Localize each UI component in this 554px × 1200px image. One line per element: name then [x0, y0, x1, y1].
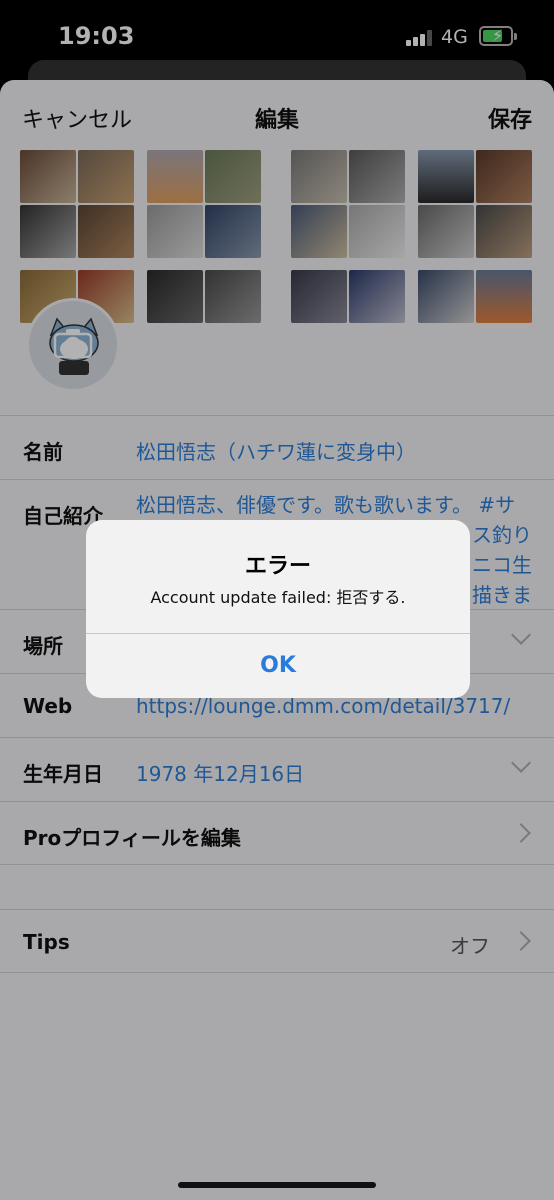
error-alert: エラー Account update failed: 拒否する. OK	[86, 520, 470, 698]
ok-button[interactable]: OK	[86, 634, 470, 698]
home-indicator[interactable]	[178, 1182, 376, 1188]
alert-title: エラー	[244, 554, 311, 579]
alert-message: Account update failed: 拒否する.	[150, 588, 406, 607]
